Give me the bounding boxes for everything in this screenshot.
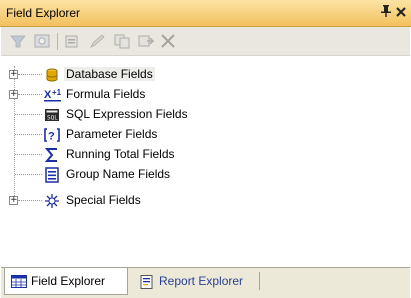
- tree-item-running-total-fields[interactable]: Running Total Fields: [0, 145, 300, 164]
- delete-icon[interactable]: [159, 33, 177, 49]
- database-icon: [44, 67, 60, 83]
- parameter-icon: ?: [44, 127, 60, 143]
- insert-to-report-icon[interactable]: [9, 33, 27, 49]
- tab-divider: [259, 272, 260, 290]
- special-fields-icon: [44, 193, 60, 209]
- formula-icon: X +1: [44, 87, 62, 103]
- group-name-icon: [44, 167, 60, 183]
- tree-item-group-name-fields[interactable]: Group Name Fields: [0, 165, 300, 184]
- tab-label: Field Explorer: [31, 274, 106, 288]
- new-icon[interactable]: [63, 33, 81, 49]
- svg-text:X: X: [44, 89, 52, 101]
- expand-toggle[interactable]: +: [9, 70, 18, 79]
- panel-titlebar[interactable]: Field Explorer: [0, 0, 411, 27]
- tree-item-label: Running Total Fields: [66, 147, 175, 161]
- tree-item-sql-expression-fields[interactable]: SQL SQL Expression Fields: [0, 105, 300, 124]
- tree-item-label: Database Fields: [64, 67, 155, 81]
- explorer-tab-bar: Field Explorer Report Explorer: [1, 267, 410, 298]
- tab-field-explorer[interactable]: Field Explorer: [4, 268, 128, 295]
- report-explorer-tab-icon: [139, 275, 155, 289]
- toolbar-separator: [57, 33, 58, 50]
- tab-report-explorer[interactable]: Report Explorer: [133, 268, 259, 295]
- tree-item-special-fields[interactable]: + Special Fields: [0, 191, 300, 210]
- toolbar: [1, 27, 410, 56]
- svg-text:SQL: SQL: [47, 115, 58, 122]
- expand-toggle[interactable]: +: [9, 90, 18, 99]
- browse-data-icon[interactable]: [33, 33, 51, 49]
- panel-title: Field Explorer: [6, 6, 81, 20]
- svg-text:?: ?: [48, 131, 55, 143]
- expand-toggle[interactable]: +: [9, 196, 18, 205]
- tree-item-label: Special Fields: [66, 193, 141, 207]
- sql-expression-icon: SQL: [44, 107, 60, 123]
- tree-item-database-fields[interactable]: + Database Fields: [0, 65, 300, 84]
- duplicate-icon[interactable]: [113, 33, 131, 49]
- tab-label: Report Explorer: [159, 274, 244, 288]
- rename-icon[interactable]: [137, 33, 155, 49]
- field-tree: + Database Fields + X +1 Formula Fields …: [0, 58, 411, 258]
- edit-icon[interactable]: [89, 33, 107, 49]
- svg-text:+1: +1: [52, 88, 62, 97]
- pin-icon[interactable]: [381, 5, 391, 20]
- field-explorer-panel: Field Explorer + Database Fields + X +1 …: [0, 0, 411, 298]
- tree-item-label: Parameter Fields: [66, 127, 158, 141]
- field-explorer-tab-icon: [11, 275, 27, 288]
- tree-item-label: SQL Expression Fields: [66, 107, 188, 121]
- tree-item-label: Formula Fields: [66, 87, 146, 101]
- tree-item-label: Group Name Fields: [66, 167, 171, 181]
- tree-item-parameter-fields[interactable]: ? Parameter Fields: [0, 125, 300, 144]
- running-total-icon: [44, 147, 60, 163]
- tree-item-formula-fields[interactable]: + X +1 Formula Fields: [0, 85, 300, 104]
- close-icon[interactable]: [396, 4, 406, 20]
